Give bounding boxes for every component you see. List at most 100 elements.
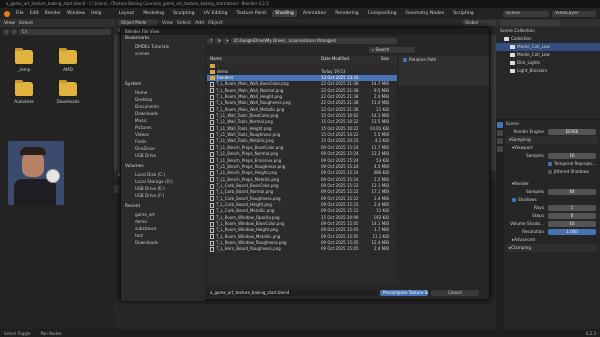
outliner-search[interactable]: [500, 20, 560, 26]
world-tab-icon[interactable]: [497, 146, 503, 152]
sidebar-item-system[interactable]: Fonts: [121, 138, 205, 145]
sidebar-item-recent[interactable]: demo: [121, 218, 205, 225]
steps-field[interactable]: 6: [548, 213, 596, 219]
left-select-menu[interactable]: Select: [19, 21, 33, 26]
render-subpanel[interactable]: ▾ Render: [506, 180, 598, 188]
workspace-tab[interactable]: Modeling: [140, 10, 167, 17]
back-arrow-icon[interactable]: ‹: [3, 28, 9, 35]
workspace-tab[interactable]: Sculpting: [170, 10, 197, 17]
relative-path-checkbox[interactable]: [403, 58, 407, 62]
left-folder-item[interactable]: Downloads: [48, 80, 88, 104]
scene-tab-icon[interactable]: [497, 138, 503, 144]
sidebar-item-volumes[interactable]: USB Drive (E:): [121, 185, 205, 192]
sidebar-item-system[interactable]: Desktop: [121, 96, 205, 103]
viewport-view-menu[interactable]: View: [162, 21, 173, 26]
workspace-tab[interactable]: Animation: [300, 10, 329, 17]
cancel-button[interactable]: Cancel: [431, 290, 479, 296]
render-engine-selector[interactable]: EEVEE: [548, 129, 596, 135]
menu-render[interactable]: Render: [45, 11, 61, 16]
new-folder-icon[interactable]: +: [223, 37, 229, 44]
outliner-item[interactable]: Collection: [496, 35, 600, 43]
file-row[interactable]: T_L_Horn_Board_Roughness.png 09 Oct 2025 …: [207, 246, 397, 252]
temporal-reprojection-row[interactable]: Temporal Reprojec...: [506, 160, 598, 168]
sidebar-item-system[interactable]: Pictures: [121, 124, 205, 131]
viewport-samples-field[interactable]: 16: [548, 153, 596, 159]
bookmarks-header[interactable]: Bookmarks: [121, 35, 205, 43]
output-tab-icon[interactable]: [497, 130, 503, 136]
viewport-select-menu[interactable]: Select: [177, 21, 191, 26]
global-selector[interactable]: Global: [462, 20, 496, 26]
left-view-menu[interactable]: View: [4, 21, 15, 26]
sidebar-item-bookmarks[interactable]: DMDEL Tutorials: [121, 43, 205, 50]
workspace-tab[interactable]: Geometry Nodes: [403, 10, 448, 17]
confirm-button[interactable]: Precompose Texture So...: [380, 290, 428, 296]
viewlayer-selector[interactable]: ViewLayer: [552, 10, 596, 17]
sidebar-item-volumes[interactable]: Local Disk (C:): [121, 171, 205, 178]
outliner-item[interactable]: Model_Coll_Low: [496, 51, 600, 59]
workspace-tab[interactable]: Rendering: [332, 10, 361, 17]
outliner-item[interactable]: Dim_Lights: [496, 59, 600, 67]
rays-field[interactable]: 1: [548, 205, 596, 211]
workspace-tab[interactable]: Layout: [116, 10, 138, 17]
sidebar-item-system[interactable]: OneDrive: [121, 145, 205, 152]
left-path-field[interactable]: C:\: [19, 28, 111, 35]
shadows-checkbox[interactable]: [512, 198, 516, 202]
outliner-item[interactable]: Light_Blockers: [496, 67, 600, 75]
temporal-reprojection-checkbox[interactable]: [548, 162, 552, 166]
mode-selector[interactable]: Object Mode: [118, 20, 158, 26]
clamping-panel[interactable]: ▸ Clamping: [506, 244, 598, 252]
menu-edit[interactable]: Edit: [30, 11, 39, 16]
advanced-subpanel[interactable]: ▸ Advanced: [506, 236, 598, 244]
refresh-icon[interactable]: ⟳: [215, 37, 221, 44]
sidebar-item-volumes[interactable]: Local Storage (D:): [121, 178, 205, 185]
jittered-shadows-checkbox[interactable]: [548, 170, 552, 174]
menu-help[interactable]: Help: [91, 11, 101, 16]
render-samples-field[interactable]: 64: [548, 189, 596, 195]
viewport-subpanel[interactable]: ▾ Viewport: [506, 144, 598, 152]
volume-shadows-field[interactable]: 16: [548, 221, 596, 227]
jittered-shadows-row[interactable]: Jittered Shadows: [506, 168, 598, 176]
dialog-search-input[interactable]: ⌕ Search: [369, 46, 415, 53]
menu-file[interactable]: File: [16, 11, 24, 16]
forward-arrow-icon[interactable]: ›: [11, 28, 17, 35]
sidebar-item-recent[interactable]: test: [121, 232, 205, 239]
left-folder-item[interactable]: _temp: [4, 48, 44, 72]
workspace-tab[interactable]: Texture Paint: [234, 10, 270, 17]
sampling-panel[interactable]: ▾ Sampling: [506, 136, 598, 144]
workspace-tab[interactable]: Scripting: [450, 10, 476, 17]
left-folder-item[interactable]: AMD: [48, 48, 88, 72]
menu-window[interactable]: Window: [67, 11, 85, 16]
blender-logo-icon[interactable]: [4, 10, 10, 17]
steps-row: Steps 6: [506, 212, 598, 220]
sidebar-item-system[interactable]: Videos: [121, 131, 205, 138]
resolution-field[interactable]: 1.000: [548, 229, 596, 235]
sidebar-item-system[interactable]: Documents: [121, 103, 205, 110]
sidebar-item-system[interactable]: Downloads: [121, 110, 205, 117]
workspace-tab[interactable]: Shading: [272, 10, 297, 17]
workspace-tab[interactable]: UV Editing: [201, 10, 231, 17]
recent-header[interactable]: Recent: [121, 203, 205, 211]
left-folder-item[interactable]: Autodesk: [4, 80, 44, 104]
dialog-path-field[interactable]: D:\GoogleDrive\My Drive\...\courses\san.…: [231, 37, 397, 44]
volumes-header[interactable]: Volumes: [121, 163, 205, 171]
viewport-object-menu[interactable]: Object: [208, 21, 223, 26]
system-header[interactable]: System: [121, 81, 205, 89]
shadows-subpanel[interactable]: Shadows: [506, 196, 598, 204]
sidebar-item-recent[interactable]: Downloads: [121, 239, 205, 246]
workspace-tab[interactable]: Compositing: [365, 10, 400, 17]
sidebar-item-recent[interactable]: substance: [121, 225, 205, 232]
sidebar-item-bookmarks[interactable]: scenes: [121, 50, 205, 57]
scene-selector[interactable]: Scene: [503, 10, 549, 17]
relative-path-option[interactable]: Relative Path: [399, 56, 489, 64]
sidebar-item-system[interactable]: Home: [121, 89, 205, 96]
sidebar-item-system[interactable]: Music: [121, 117, 205, 124]
viewport-add-menu[interactable]: Add: [195, 21, 204, 26]
sidebar-item-volumes[interactable]: USB Drive (F:): [121, 192, 205, 199]
sidebar-item-system[interactable]: USB Drive: [121, 152, 205, 159]
sidebar-item-recent[interactable]: game_art: [121, 211, 205, 218]
render-tab-icon[interactable]: [497, 122, 503, 128]
parent-dir-icon[interactable]: ↑: [207, 37, 213, 44]
outliner-root[interactable]: Scene Collection: [496, 27, 600, 35]
filename-input[interactable]: a_game_art_texture_baking_start.blend: [207, 290, 377, 296]
outliner-item[interactable]: Model_Coll_Low: [496, 43, 600, 51]
